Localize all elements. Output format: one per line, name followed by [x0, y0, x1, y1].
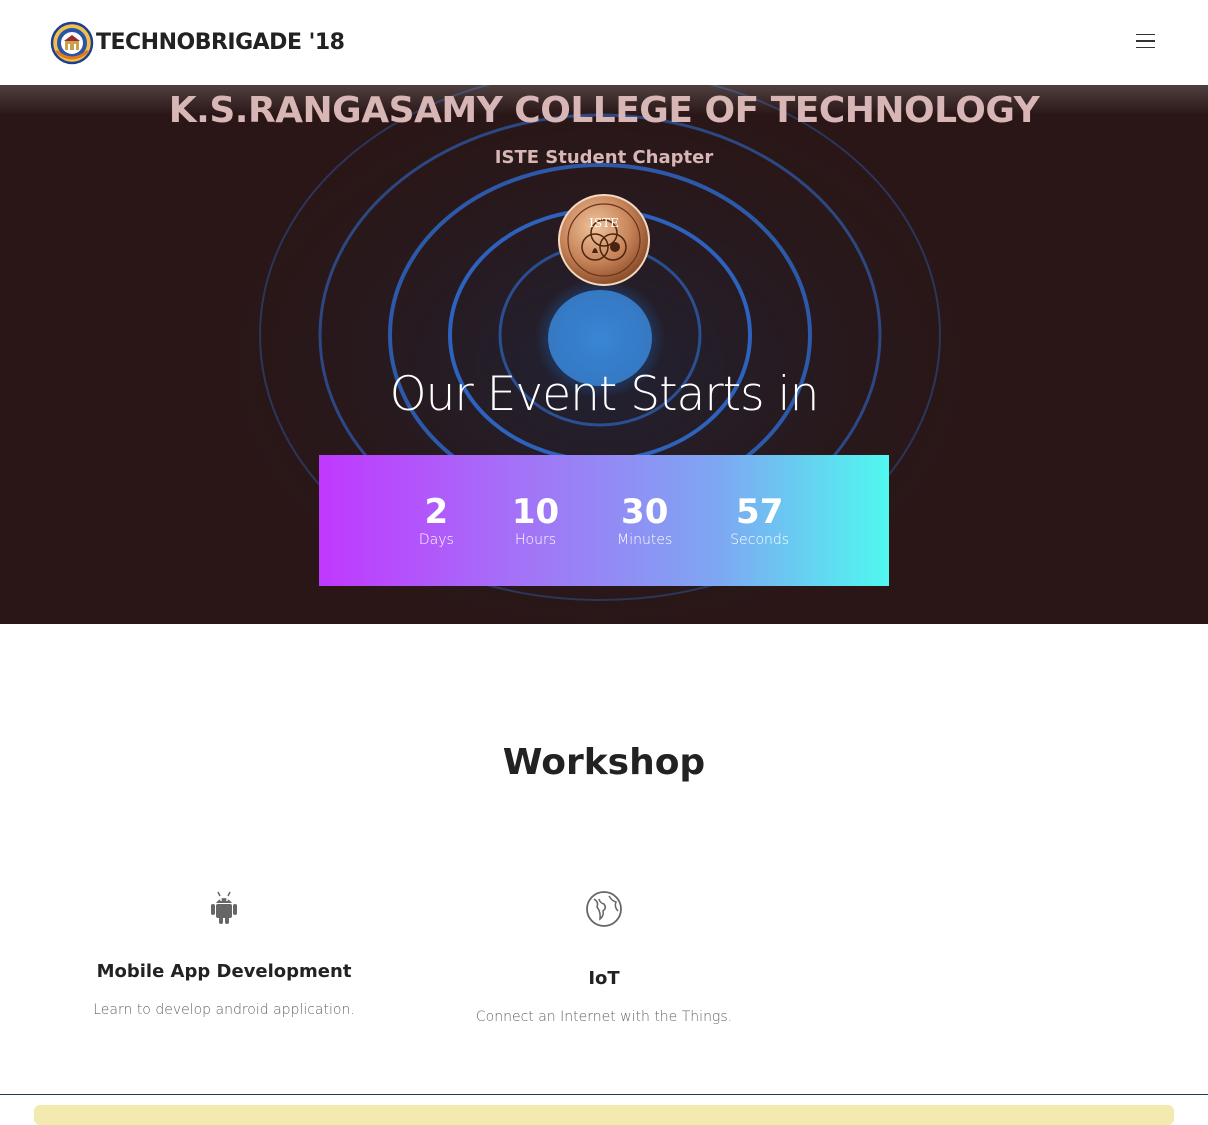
workshop-item-title: IoT	[588, 968, 620, 989]
hamburger-menu-icon[interactable]	[1136, 30, 1158, 52]
globe-icon	[586, 891, 622, 927]
hero-section: K.S.RANGASAMY COLLEGE OF TECHNOLOGY ISTE…	[0, 85, 1208, 624]
brand-title: TECHNOBRIGADE '18	[96, 30, 345, 55]
brand-link[interactable]: TECHNOBRIGADE '18	[50, 21, 345, 65]
event-heading: Our Event Starts in	[389, 367, 820, 422]
college-name: K.S.RANGASAMY COLLEGE OF TECHNOLOGY	[168, 90, 1040, 131]
countdown-minutes: 30 Minutes	[617, 491, 673, 548]
navbar: TECHNOBRIGADE '18	[0, 0, 1208, 85]
workshop-card-mobile: Mobile App Development Learn to develop …	[64, 890, 384, 1018]
android-icon	[211, 891, 237, 924]
iste-logo: ISTE	[558, 194, 650, 286]
workshop-title: Workshop	[502, 742, 706, 783]
countdown-days: 2 Days	[418, 491, 454, 548]
countdown-hours: 10 Hours	[511, 491, 560, 548]
college-crest-icon	[50, 21, 94, 64]
chapter-name: ISTE Student Chapter	[494, 147, 714, 168]
countdown-timer: 2 Days 10 Hours 30 Minutes 57 Seconds	[319, 455, 889, 586]
countdown-seconds: 57 Seconds	[730, 491, 790, 548]
notice-banner	[34, 1105, 1174, 1125]
workshop-item-description: Learn to develop android application.	[93, 1002, 355, 1018]
workshop-item-title: Mobile App Development	[96, 961, 352, 982]
workshop-card-iot: IoT Connect an Internet with the Things.	[444, 890, 764, 1025]
section-divider	[0, 1094, 1208, 1095]
workshop-item-description: Connect an Internet with the Things.	[475, 1009, 733, 1025]
svg-text:ISTE: ISTE	[589, 216, 619, 230]
